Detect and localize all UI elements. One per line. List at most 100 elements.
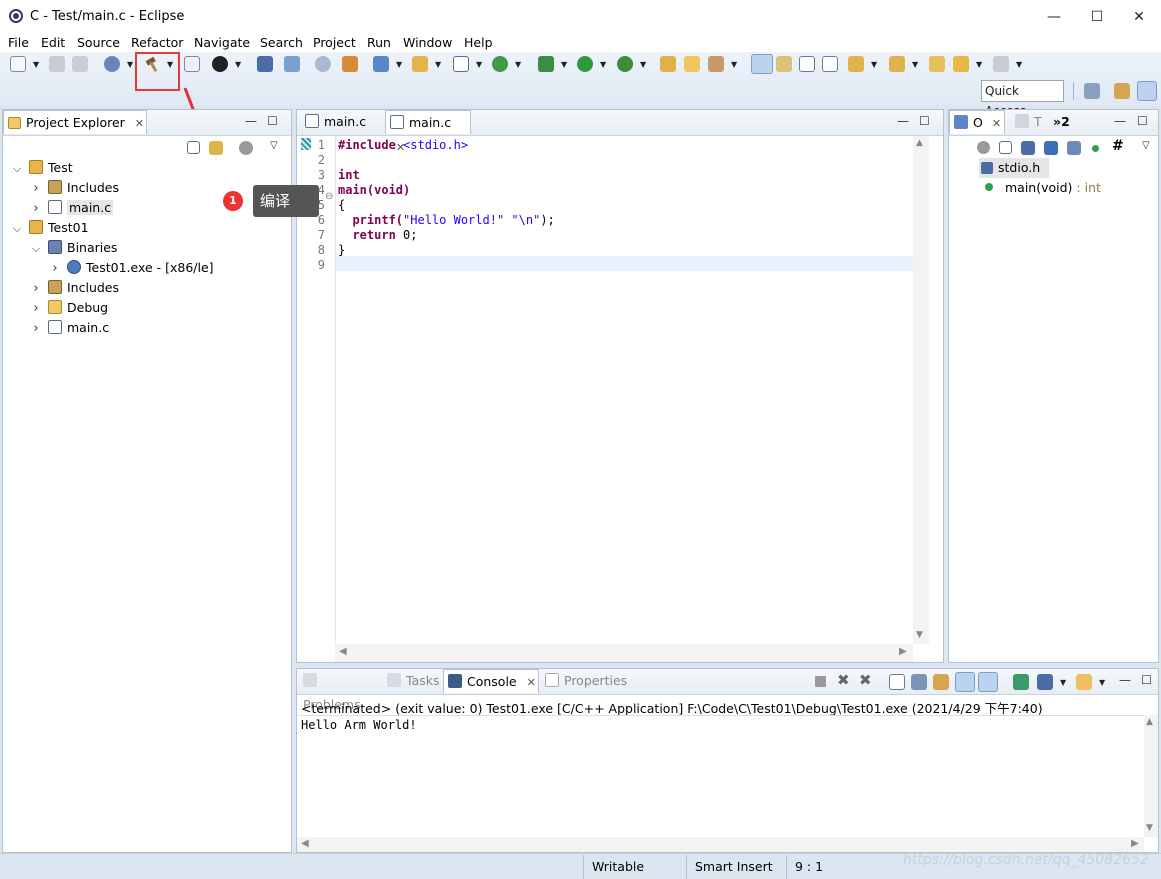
minimize-icon[interactable]: — [1114, 114, 1126, 128]
collapse-chevron-icon[interactable]: ⌵ [30, 239, 42, 259]
menu-edit[interactable]: Edit [41, 35, 65, 50]
tree-item[interactable]: ⌵ Test [11, 158, 73, 178]
collapse-all-icon[interactable] [999, 141, 1012, 154]
open-console-icon[interactable] [1076, 674, 1092, 690]
hide-macros-icon[interactable]: # [1112, 138, 1124, 154]
tab-main-c-active[interactable]: main.c ✕ [385, 110, 471, 154]
link-icon[interactable] [315, 56, 331, 72]
console-vertical-scrollbar[interactable]: ▲ ▼ [1144, 715, 1158, 837]
scroll-left-icon[interactable]: ◀ [339, 646, 347, 657]
close-icon[interactable]: ✕ [135, 117, 144, 130]
tab-console[interactable]: Console ✕ [443, 669, 539, 693]
close-button[interactable]: ✕ [1117, 0, 1161, 34]
mark-occurrences-icon[interactable] [751, 54, 773, 74]
menu-source[interactable]: Source [77, 35, 120, 50]
new-project-dropdown-icon[interactable]: ▼ [396, 60, 402, 69]
minimize-icon[interactable]: — [1119, 673, 1131, 687]
maximize-icon[interactable]: ☐ [1137, 114, 1148, 128]
expand-chevron-icon[interactable]: › [30, 299, 42, 319]
user-dropdown-icon[interactable]: ▼ [235, 60, 241, 69]
external-tools-dropdown-icon[interactable]: ▼ [640, 60, 646, 69]
scroll-up-icon[interactable]: ▲ [916, 138, 923, 148]
new-source-dropdown-icon[interactable]: ▼ [476, 60, 482, 69]
new-icon[interactable] [10, 56, 26, 72]
pin-console-icon[interactable] [1013, 674, 1029, 690]
tab-tasks[interactable]: Tasks [383, 669, 441, 693]
c-perspective-icon[interactable] [1137, 81, 1157, 101]
tab-overflow[interactable]: »2 [1049, 110, 1079, 134]
menu-refactor[interactable]: Refactor [131, 35, 183, 50]
tree-item[interactable]: › Includes [30, 278, 119, 298]
menu-project[interactable]: Project [313, 35, 356, 50]
debug-dropdown-icon[interactable]: ▼ [561, 60, 567, 69]
horizontal-scrollbar[interactable]: ◀ ▶ [335, 644, 913, 662]
hide-fields-icon[interactable] [1044, 141, 1058, 155]
tab-problems[interactable]: Problems [299, 669, 379, 712]
display-console-dropdown-icon[interactable]: ▼ [1060, 678, 1066, 687]
remove-launch-icon[interactable]: ✖ [837, 671, 850, 689]
fold-icon[interactable]: ⊖ [325, 191, 333, 202]
status-insert-mode[interactable]: Smart Insert [686, 855, 786, 879]
save-icon[interactable] [49, 56, 65, 72]
maximize-icon[interactable]: ☐ [919, 114, 930, 128]
expand-chevron-icon[interactable]: › [30, 199, 42, 219]
search-dropdown-icon[interactable]: ▼ [731, 60, 737, 69]
maximize-icon[interactable]: ☐ [267, 114, 278, 128]
next-annotation-dropdown-icon[interactable]: ▼ [871, 60, 877, 69]
expand-chevron-icon[interactable]: › [49, 259, 61, 279]
expand-chevron-icon[interactable]: › [30, 319, 42, 339]
menu-window[interactable]: Window [403, 35, 452, 50]
minimize-button[interactable]: — [1031, 0, 1077, 34]
maximize-icon[interactable]: ☐ [1141, 673, 1152, 687]
forward-dropdown-icon[interactable]: ▼ [1016, 60, 1022, 69]
debug-icon[interactable] [538, 56, 554, 72]
toggle-block-icon[interactable] [776, 56, 792, 72]
back-dropdown-icon[interactable]: ▼ [976, 60, 982, 69]
minimize-icon[interactable]: — [897, 114, 909, 128]
scroll-down-icon[interactable]: ▼ [916, 630, 923, 640]
tab-project-explorer[interactable]: Project Explorer ✕ [3, 110, 147, 134]
show-on-stdout-icon[interactable] [955, 672, 975, 692]
open-perspective-icon[interactable] [1084, 83, 1100, 99]
tab-task-list[interactable]: T [1011, 110, 1045, 134]
user-icon[interactable] [212, 56, 228, 72]
outline-item-main[interactable]: main(void) : int [985, 178, 1101, 198]
new-folder-icon[interactable] [412, 56, 428, 72]
skip-breakpoints-icon[interactable] [284, 56, 300, 72]
console-output-area[interactable]: Hello Arm World! [297, 715, 1144, 837]
new-project-icon[interactable] [373, 56, 389, 72]
outline-item-stdio[interactable]: stdio.h [979, 158, 1049, 178]
console-horizontal-scrollbar[interactable]: ◀ ▶ [297, 837, 1144, 852]
new-source-icon[interactable] [453, 56, 469, 72]
open-console-dropdown-icon[interactable]: ▼ [1099, 678, 1105, 687]
tree-item[interactable]: › main.c [30, 318, 109, 338]
tab-main-c-inactive[interactable]: main.c [301, 110, 381, 134]
menu-file[interactable]: File [8, 35, 29, 50]
view-menu-icon[interactable]: ▽ [1142, 140, 1150, 151]
collapse-chevron-icon[interactable]: ⌵ [11, 219, 23, 239]
new-dropdown-icon[interactable]: ▼ [33, 60, 39, 69]
tree-item[interactable]: › Debug [30, 298, 108, 318]
new-class-dropdown-icon[interactable]: ▼ [515, 60, 521, 69]
menu-search[interactable]: Search [260, 35, 303, 50]
new-folder-dropdown-icon[interactable]: ▼ [435, 60, 441, 69]
expand-chevron-icon[interactable]: › [30, 279, 42, 299]
collapse-chevron-icon[interactable]: ⌵ [11, 159, 23, 179]
scroll-right-icon[interactable]: ▶ [899, 646, 907, 657]
terminate-icon[interactable] [815, 676, 826, 687]
new-class-icon[interactable] [492, 56, 508, 72]
quick-access-input[interactable]: Quick Access [981, 80, 1064, 118]
external-tools-icon[interactable] [617, 56, 633, 72]
next-annotation-icon[interactable] [848, 56, 864, 72]
word-wrap-icon[interactable] [799, 56, 815, 72]
previous-annotation-dropdown-icon[interactable]: ▼ [912, 60, 918, 69]
filters-icon[interactable] [239, 141, 253, 155]
tree-item[interactable]: › Test01.exe - [x86/le] [49, 258, 214, 278]
tab-properties[interactable]: Properties [541, 669, 629, 693]
tree-item[interactable]: ⌵ Binaries [30, 238, 117, 258]
debug-perspective-icon[interactable] [1114, 83, 1130, 99]
scroll-lock-icon[interactable] [911, 674, 927, 690]
last-edit-icon[interactable] [929, 56, 945, 72]
collapse-all-icon[interactable] [187, 141, 200, 154]
terminal-icon[interactable] [257, 56, 273, 72]
